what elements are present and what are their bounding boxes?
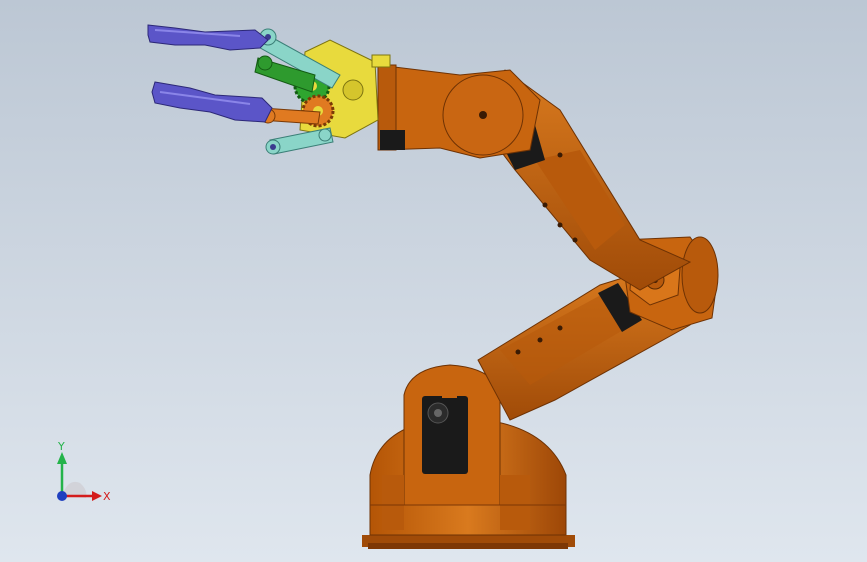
screw-icon [572, 237, 578, 243]
screw-icon [542, 202, 548, 208]
z-axis-icon [57, 491, 67, 501]
screw-icon [557, 152, 563, 158]
y-arrow-icon [57, 452, 67, 464]
wrist-shaft-icon [479, 111, 487, 119]
base-rib-right [500, 475, 530, 530]
screw-icon [515, 349, 521, 355]
pivot-icon [257, 55, 273, 71]
gripper-mount-tab [371, 54, 391, 68]
wrist-connector [380, 130, 405, 150]
screw-icon [557, 222, 563, 228]
screw-icon [557, 325, 563, 331]
y-axis-label: Y [57, 440, 65, 453]
cad-viewport[interactable]: Y X [0, 0, 867, 562]
servo-clip [442, 391, 457, 398]
coordinate-triad: Y X [40, 438, 120, 518]
gripper-mount-hole-icon [342, 79, 364, 101]
pivot-icon [318, 128, 332, 142]
base-plate-foot [368, 543, 568, 549]
x-axis-label: X [103, 490, 111, 503]
pivot-pin-icon [270, 144, 276, 150]
elbow-side [681, 236, 719, 314]
screw-icon [537, 337, 543, 343]
x-arrow-icon [92, 491, 102, 501]
servo-shaft-icon [434, 409, 442, 417]
base-rib-left [382, 475, 404, 530]
viewport-canvas[interactable] [0, 0, 867, 562]
wrist-joint [377, 64, 541, 159]
